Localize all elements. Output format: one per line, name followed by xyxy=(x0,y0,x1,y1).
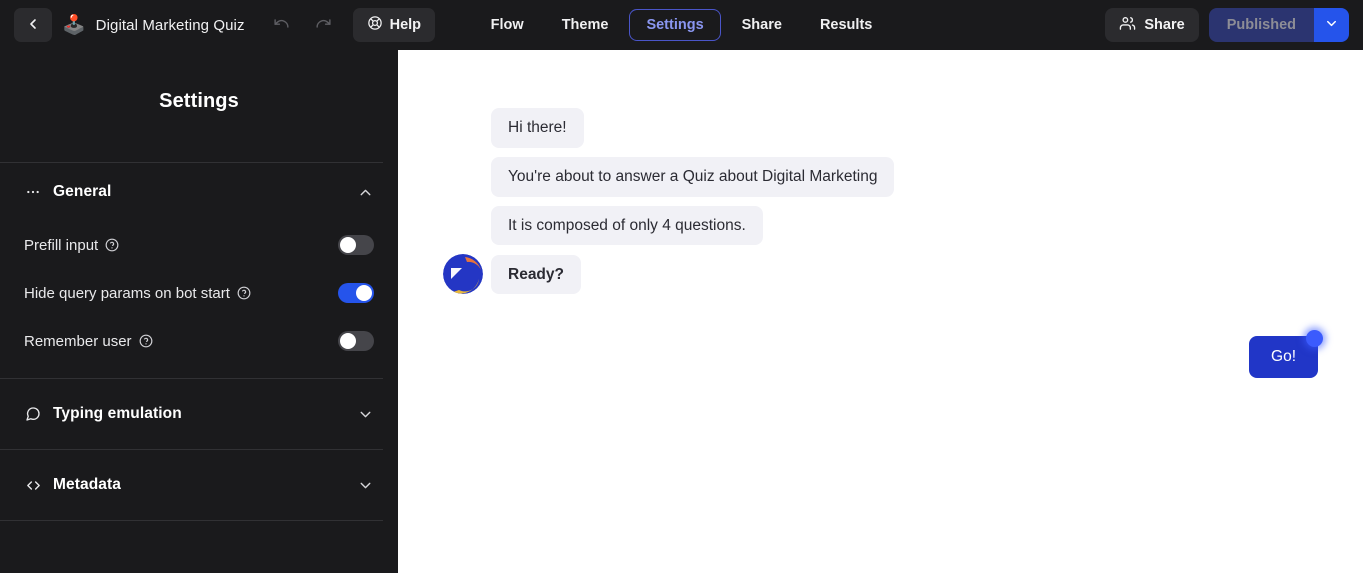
section-typing-emulation: Typing emulation xyxy=(0,379,398,449)
toggle-remember-user[interactable] xyxy=(338,331,374,351)
avatar xyxy=(443,254,483,295)
toggle-knob xyxy=(340,333,356,349)
hide-query-params-label: Hide query params on bot start xyxy=(24,284,230,302)
section-typing-emulation-label: Typing emulation xyxy=(53,405,182,422)
section-general: General Prefill input Hide query params … xyxy=(0,163,398,365)
toggle-knob xyxy=(356,285,372,301)
chevron-down-icon xyxy=(357,477,374,494)
tab-results[interactable]: Results xyxy=(803,9,889,41)
tab-flow[interactable]: Flow xyxy=(474,9,541,41)
lifebuoy-icon xyxy=(367,15,383,35)
chat-bubble: It is composed of only 4 questions. xyxy=(491,205,763,246)
undo-icon xyxy=(273,15,290,35)
cta-wrapper: Go! xyxy=(1249,330,1323,378)
chat-messages: Hi there! You're about to answer a Quiz … xyxy=(398,108,1363,295)
main-body: Settings General Prefill input Hide quer… xyxy=(0,50,1363,573)
chat-preview: Hi there! You're about to answer a Quiz … xyxy=(398,50,1363,573)
setting-row-hide-query-params: Hide query params on bot start xyxy=(24,269,383,317)
chat-message: Ready? xyxy=(443,254,1318,295)
redo-icon xyxy=(315,15,332,35)
section-typing-emulation-header[interactable]: Typing emulation xyxy=(24,379,383,449)
chat-bubble: Hi there! xyxy=(491,108,584,148)
ellipsis-icon xyxy=(24,184,42,200)
chat-bubble-icon xyxy=(24,406,42,422)
joystick-icon: 🕹️ xyxy=(62,14,86,36)
chevron-up-icon xyxy=(357,184,374,201)
publish-dropdown-button[interactable] xyxy=(1314,8,1349,42)
remember-user-label: Remember user xyxy=(24,332,132,350)
section-metadata: Metadata xyxy=(0,450,398,520)
section-metadata-header[interactable]: Metadata xyxy=(24,450,383,520)
prefill-input-label: Prefill input xyxy=(24,236,99,254)
help-button[interactable]: Help xyxy=(352,8,436,42)
question-circle-icon[interactable] xyxy=(105,238,119,252)
published-status-button[interactable]: Published xyxy=(1208,8,1314,42)
question-circle-icon[interactable] xyxy=(237,286,251,300)
section-general-header[interactable]: General xyxy=(24,163,383,221)
divider xyxy=(0,520,383,521)
setting-row-remember-user: Remember user xyxy=(24,317,383,365)
top-header: 🕹️ Digital Marketing Quiz Help Flow Them… xyxy=(0,0,1363,50)
undo-button[interactable] xyxy=(263,8,301,42)
header-right-group: Share Published xyxy=(1105,8,1349,42)
toggle-prefill-input[interactable] xyxy=(338,235,374,255)
chevron-down-icon xyxy=(357,406,374,423)
toggle-knob xyxy=(340,237,356,253)
chat-bubble: Ready? xyxy=(491,254,581,295)
setting-row-prefill-input: Prefill input xyxy=(24,221,383,269)
tab-settings[interactable]: Settings xyxy=(629,9,721,41)
users-icon xyxy=(1119,15,1136,36)
publish-button-group: Published xyxy=(1208,8,1349,42)
back-button[interactable] xyxy=(14,8,52,42)
setting-label-wrap: Remember user xyxy=(24,333,153,350)
chat-bubble: You're about to answer a Quiz about Digi… xyxy=(491,156,895,197)
avatar-slot xyxy=(443,254,491,295)
redo-button[interactable] xyxy=(305,8,343,42)
notification-dot-icon xyxy=(1306,330,1323,347)
chat-message: You're about to answer a Quiz about Digi… xyxy=(443,156,1318,197)
settings-sidebar: Settings General Prefill input Hide quer… xyxy=(0,50,398,573)
share-label: Share xyxy=(1144,17,1185,33)
sidebar-title: Settings xyxy=(159,90,239,112)
chevron-down-icon xyxy=(1324,16,1339,34)
section-metadata-label: Metadata xyxy=(53,476,121,493)
app-root: 🕹️ Digital Marketing Quiz Help Flow Them… xyxy=(0,0,1363,573)
chat-message: It is composed of only 4 questions. xyxy=(443,205,1318,246)
header-left-group: 🕹️ Digital Marketing Quiz Help xyxy=(14,8,436,42)
question-circle-icon[interactable] xyxy=(139,334,153,348)
setting-label-wrap: Prefill input xyxy=(24,237,119,254)
help-label: Help xyxy=(389,17,422,33)
section-general-label: General xyxy=(53,183,112,200)
setting-label-wrap: Hide query params on bot start xyxy=(24,285,251,302)
chevron-left-icon xyxy=(25,16,41,35)
chat-message: Hi there! xyxy=(443,108,1318,148)
tab-theme[interactable]: Theme xyxy=(545,9,626,41)
bot-name-label: Digital Marketing Quiz xyxy=(95,16,245,34)
share-button[interactable]: Share xyxy=(1105,8,1199,42)
code-icon xyxy=(24,477,42,494)
tab-share[interactable]: Share xyxy=(725,9,799,41)
toggle-hide-query-params[interactable] xyxy=(338,283,374,303)
